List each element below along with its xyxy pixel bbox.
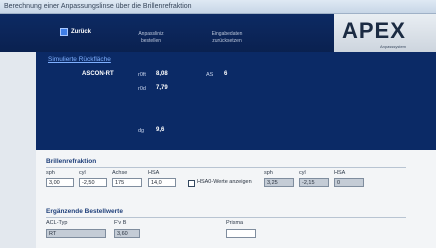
sph-label: sph [46, 170, 55, 176]
r0d-label: r0d [138, 86, 146, 92]
brand-logo: APEX [342, 18, 406, 43]
acl-type-label: ACL-Typ [46, 220, 68, 226]
input-area: Brillenrefraktion sph cyl Achse HSA 3,00… [36, 150, 436, 248]
hsa0-checkbox-label: HSA0-Werte anzeigen [197, 179, 252, 185]
brand-logo-area: APEX Anpasssystem [334, 14, 436, 52]
order-values-title: Ergänzende Bestellwerte [46, 208, 123, 215]
dg-value: 9,6 [156, 127, 165, 133]
reset-input-button[interactable]: Eingabedaten zurücksetzen [192, 31, 262, 45]
as-label: AS [206, 72, 214, 78]
reset-input-line1: Eingabedaten [211, 31, 243, 37]
lens-name: ASCON-RT [82, 71, 114, 77]
order-values-divider [46, 217, 406, 218]
order-lens-line2: bestellen [140, 38, 161, 44]
axis-label: Achse [112, 170, 128, 176]
prism-label: Prisma [226, 220, 244, 226]
simulated-surface-link[interactable]: Simulierte Rückfläche [48, 56, 111, 63]
reset-input-line2: zurücksetzen [212, 38, 242, 44]
cyl-input[interactable]: -2,50 [79, 178, 107, 187]
as-value: 6 [224, 71, 228, 77]
window-title: Berechnung einer Anpassungslinse über di… [0, 0, 436, 14]
refraction-divider [46, 167, 406, 168]
left-gutter [0, 52, 36, 248]
back-label: Zurück [71, 29, 92, 35]
order-lens-line1: Anpassliniz [138, 31, 164, 37]
fv-value: 3,60 [114, 229, 140, 238]
dg-label: dg [138, 128, 145, 134]
r0-value: 8,08 [156, 71, 168, 77]
refraction-title: Brillenrefraktion [46, 158, 97, 165]
axis-input[interactable]: 175 [112, 178, 142, 187]
order-lens-button[interactable]: Anpassliniz bestellen [122, 31, 180, 45]
sph-input[interactable]: 3,00 [46, 178, 74, 187]
result-sph-value: 3,25 [264, 178, 294, 187]
prism-input[interactable] [226, 229, 256, 238]
hsa-input[interactable]: 14,0 [148, 178, 176, 187]
result-cyl-label: cyl [299, 170, 306, 176]
result-cyl-value: -2,15 [299, 178, 329, 187]
hsa-label: HSA [148, 170, 160, 176]
hsa0-checkbox[interactable] [188, 180, 195, 187]
acl-type-value: RT [46, 229, 106, 238]
back-button[interactable]: Zurück [60, 28, 91, 36]
r0d-value: 7,79 [156, 85, 168, 91]
result-sph-label: sph [264, 170, 273, 176]
brand-tagline: Anpasssystem [380, 44, 407, 49]
r0-label: r0ft [138, 72, 146, 78]
simulated-surface-panel: Simulierte Rückfläche ASCON-RT r0ft 8,08… [36, 52, 436, 150]
cyl-label: cyl [79, 170, 86, 176]
fv-label: F'v B [114, 220, 127, 226]
result-hsa-label: HSA [334, 170, 346, 176]
back-icon [60, 28, 68, 36]
result-hsa-value: 0 [334, 178, 364, 187]
